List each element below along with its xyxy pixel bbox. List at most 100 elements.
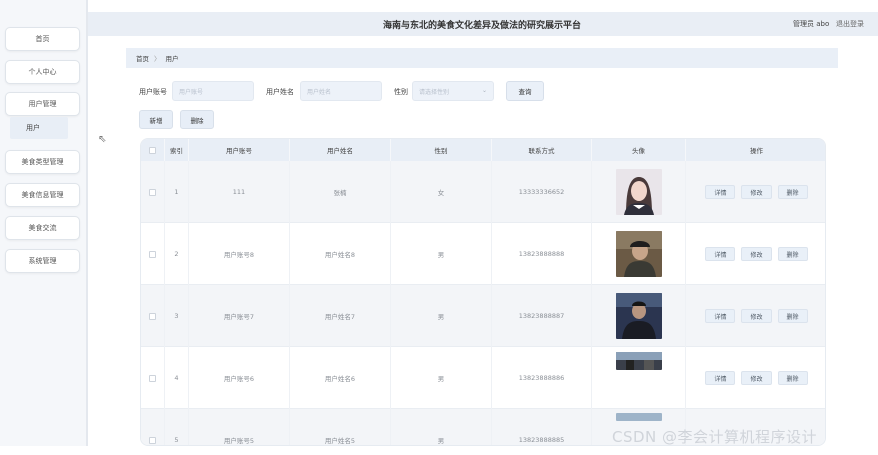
gender-cell: 女: [391, 161, 492, 223]
select-all-cell: [141, 139, 165, 161]
row-select-cell: [141, 223, 165, 285]
edit-button[interactable]: 修改: [741, 309, 772, 323]
breadcrumb-separator-icon: 〉: [154, 55, 161, 63]
select-all-checkbox[interactable]: [149, 146, 156, 154]
avatar[interactable]: [615, 169, 662, 215]
operations-cell: 详情 修改 删除: [686, 347, 825, 409]
chevron-down-icon: ⌄: [481, 87, 487, 94]
account-search-input[interactable]: 用户账号: [172, 81, 254, 101]
top-header: 海南与东北的美食文化差异及做法的研究展示平台 管理员 abo 退出登录: [88, 12, 878, 36]
index-cell: 1: [165, 161, 189, 223]
sidebar-item-label: 用户管理: [28, 100, 57, 108]
sidebar-item-food-type-management[interactable]: 美食类型管理: [5, 150, 80, 174]
index-cell: 5: [165, 409, 189, 445]
avatar[interactable]: [615, 231, 662, 277]
sidebar-item-personal-center[interactable]: 个人中心: [5, 60, 80, 84]
name-cell: 张楠: [290, 161, 391, 223]
sidebar-item-label: 首页: [35, 35, 50, 43]
detail-button[interactable]: 详情: [705, 371, 736, 385]
breadcrumb: 首页 〉 用户: [126, 48, 838, 68]
avatar-cell: [592, 347, 686, 409]
column-header: 头像: [592, 139, 686, 161]
detail-button[interactable]: 详情: [705, 247, 736, 261]
sidebar-item-food-exchange[interactable]: 美食交流: [5, 216, 80, 240]
edit-button[interactable]: 修改: [741, 371, 772, 385]
sidebar-item-label: 个人中心: [28, 68, 57, 76]
account-cell: 111: [189, 161, 290, 223]
sidebar-subitem-user[interactable]: 用户: [10, 117, 68, 139]
row-select-cell: [141, 347, 165, 409]
sidebar-item-user-management[interactable]: 用户管理: [5, 92, 80, 116]
gender-label: 性别: [394, 88, 408, 96]
name-cell: 用户姓名7: [290, 285, 391, 347]
sidebar-item-home[interactable]: 首页: [5, 27, 80, 51]
breadcrumb-home[interactable]: 首页: [136, 53, 149, 63]
name-label: 用户姓名: [266, 88, 294, 96]
column-header: 联系方式: [492, 139, 592, 161]
detail-button[interactable]: 详情: [705, 309, 736, 323]
avatar-cell: [592, 161, 686, 223]
logout-link[interactable]: 退出登录: [836, 19, 864, 29]
row-checkbox[interactable]: [149, 188, 156, 196]
avatar-cell: [592, 285, 686, 347]
gender-select[interactable]: 请选择性别 ⌄: [412, 81, 494, 101]
phone-cell: 13823888885: [492, 409, 592, 445]
row-checkbox[interactable]: [149, 312, 156, 320]
row-checkbox[interactable]: [149, 436, 156, 444]
table-row: 1 111 张楠 女 13333336652 详情 修改 删除: [141, 161, 825, 223]
operations-cell: 详情 修改 删除: [686, 223, 825, 285]
row-select-cell: [141, 285, 165, 347]
account-placeholder: 用户账号: [179, 88, 204, 96]
detail-button[interactable]: 详情: [705, 185, 736, 199]
sidebar-item-label: 美食信息管理: [21, 191, 64, 199]
gender-cell: 男: [391, 409, 492, 445]
edit-button[interactable]: 修改: [741, 247, 772, 261]
operations-cell: 详情 修改 删除: [686, 161, 825, 223]
gender-cell: 男: [391, 347, 492, 409]
delete-button[interactable]: 删除: [777, 185, 808, 199]
index-cell: 4: [165, 347, 189, 409]
account-label: 用户账号: [139, 88, 167, 96]
phone-cell: 13823888888: [492, 223, 592, 285]
column-header: 操作: [750, 147, 763, 155]
account-cell: 用户账号6: [189, 347, 290, 409]
row-checkbox[interactable]: [149, 374, 156, 382]
sidebar-item-food-info-management[interactable]: 美食信息管理: [5, 183, 80, 207]
column-header: 索引: [165, 139, 189, 161]
name-cell: 用户姓名6: [290, 347, 391, 409]
sidebar-item-label: 美食交流: [28, 224, 57, 232]
avatar[interactable]: [615, 293, 662, 339]
batch-delete-button[interactable]: 删除: [180, 110, 214, 129]
add-button[interactable]: 新增: [139, 110, 173, 129]
phone-cell: 13333336652: [492, 161, 592, 223]
app-title: 海南与东北的美食文化差异及做法的研究展示平台: [383, 21, 582, 31]
breadcrumb-current: 用户: [165, 55, 179, 63]
gender-placeholder: 请选择性别: [419, 88, 450, 96]
name-search-input[interactable]: 用户姓名: [300, 81, 382, 101]
avatar[interactable]: [615, 413, 662, 421]
current-user: 管理员 abo: [793, 20, 830, 28]
sidebar-item-label: 系统管理: [28, 257, 57, 265]
sidebar: 首页 个人中心 用户管理 用户 美食类型管理 美食信息管理 美食交流 系统管理: [0, 0, 88, 446]
add-button-label: 新增: [149, 116, 163, 125]
table-row: 3 用户账号7 用户姓名7 男 13823888887 详情 修改 删除: [141, 285, 825, 347]
phone-cell: 13823888886: [492, 347, 592, 409]
column-header: 用户姓名: [290, 139, 391, 161]
sidebar-item-label: 用户: [26, 124, 40, 132]
query-button[interactable]: 查询: [506, 81, 544, 101]
row-select-cell: [141, 161, 165, 223]
operations-cell: 详情 修改 删除: [686, 285, 825, 347]
delete-button[interactable]: 删除: [777, 247, 808, 261]
gender-cell: 男: [391, 223, 492, 285]
row-select-cell: [141, 409, 165, 445]
name-cell: 用户姓名8: [290, 223, 391, 285]
query-button-label: 查询: [518, 88, 532, 96]
sidebar-item-system-management[interactable]: 系统管理: [5, 249, 80, 273]
phone-cell: 13823888887: [492, 285, 592, 347]
delete-button[interactable]: 删除: [777, 371, 808, 385]
avatar[interactable]: [615, 352, 662, 370]
edit-button[interactable]: 修改: [741, 185, 772, 199]
delete-button[interactable]: 删除: [777, 309, 808, 323]
row-checkbox[interactable]: [149, 250, 156, 258]
gender-cell: 男: [391, 285, 492, 347]
